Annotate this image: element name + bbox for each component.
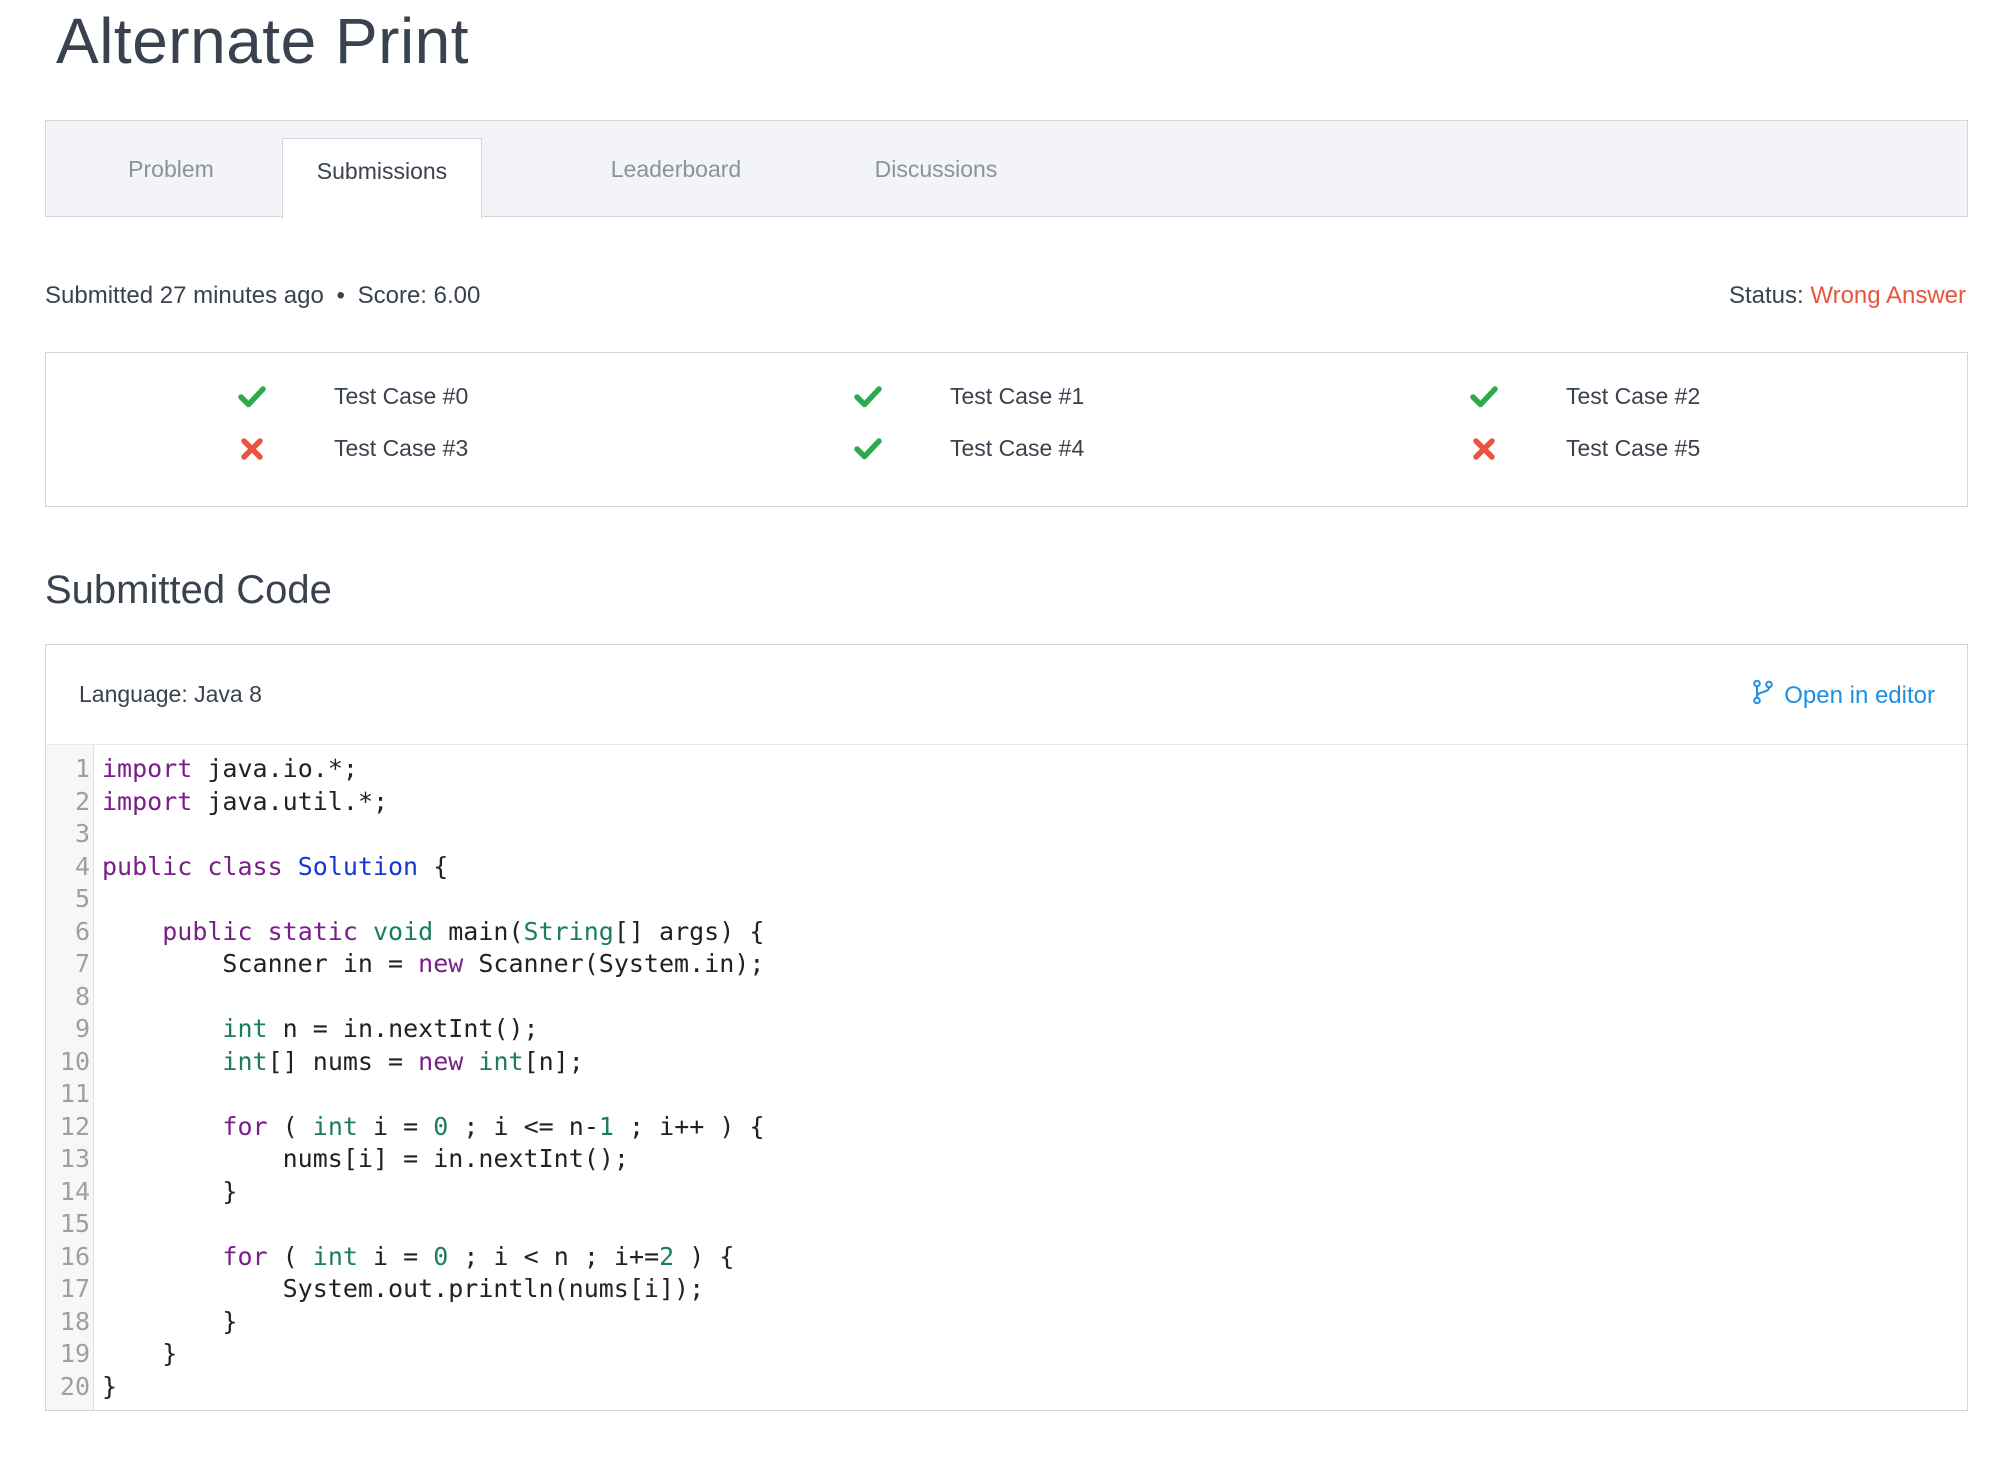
test-case-label: Test Case #5 bbox=[1566, 435, 1701, 461]
page-title: Alternate Print bbox=[56, 5, 470, 77]
line-number: 4 bbox=[74, 851, 90, 881]
test-case-label: Test Case #2 bbox=[1566, 383, 1701, 409]
code-text: } bbox=[222, 1176, 238, 1206]
code-line: 1 import java.io.*; bbox=[46, 753, 1967, 786]
code-text: nums[i] = in.nextInt(); bbox=[282, 1144, 629, 1173]
code-line: 2 import java.util.*; bbox=[46, 786, 1967, 819]
check-icon bbox=[853, 383, 883, 411]
line-number: 7 bbox=[74, 949, 90, 978]
test-case-label: Test Case #4 bbox=[950, 435, 1085, 461]
line-number: 5 bbox=[74, 884, 90, 913]
code-line: 6 public static void main(String[] args)… bbox=[46, 916, 1967, 949]
meta-separator: • bbox=[336, 282, 345, 309]
line-number: 1 bbox=[74, 754, 90, 783]
cross-icon bbox=[1469, 435, 1499, 463]
code-text: int[] nums = new int[n]; bbox=[222, 1046, 584, 1076]
line-number: 14 bbox=[59, 1176, 90, 1206]
open-in-editor-label: Open in editor bbox=[1784, 681, 1935, 709]
code-text: public static void main(String[] args) { bbox=[162, 916, 765, 946]
code-line: 17 System.out.println(nums[i]); bbox=[46, 1273, 1967, 1306]
code-text: } bbox=[222, 1306, 238, 1336]
code-line: 14 } bbox=[46, 1176, 1967, 1209]
line-number: 8 bbox=[74, 981, 90, 1011]
submission-info: Submitted 27 minutes ago • Score: 6.00 bbox=[45, 282, 480, 310]
code-line: 10 int[] nums = new int[n]; bbox=[46, 1046, 1967, 1079]
submission-meta: Submitted 27 minutes ago • Score: 6.00 S… bbox=[45, 282, 1968, 322]
code-text: int n = in.nextInt(); bbox=[222, 1014, 539, 1043]
code-line: 18 } bbox=[46, 1306, 1967, 1339]
test-case-label: Test Case #1 bbox=[950, 383, 1085, 409]
test-case-1[interactable]: Test Case #1 bbox=[853, 377, 1253, 417]
test-case-4[interactable]: Test Case #4 bbox=[853, 429, 1253, 469]
submitted-code-heading: Submitted Code bbox=[45, 568, 332, 612]
test-case-3[interactable]: Test Case #3 bbox=[237, 429, 637, 469]
test-case-0[interactable]: Test Case #0 bbox=[237, 377, 637, 417]
code-line: 9 int n = in.nextInt(); bbox=[46, 1013, 1967, 1046]
code-text: } bbox=[162, 1339, 178, 1368]
open-in-editor-link[interactable]: Open in editor bbox=[1752, 679, 1935, 712]
tab-discussions[interactable]: Discussions bbox=[836, 121, 1036, 218]
line-number: 17 bbox=[59, 1274, 90, 1303]
test-case-5[interactable]: Test Case #5 bbox=[1469, 429, 1869, 469]
score: Score: 6.00 bbox=[357, 282, 481, 309]
line-number: 13 bbox=[59, 1144, 90, 1173]
code-line: 19 } bbox=[46, 1338, 1967, 1371]
code-text: public class Solution { bbox=[102, 851, 449, 881]
status-label: Status: bbox=[1728, 282, 1804, 309]
tab-bar: Problem Submissions Leaderboard Discussi… bbox=[45, 120, 1968, 219]
code-line: 3 bbox=[46, 818, 1967, 851]
line-number: 3 bbox=[74, 819, 90, 848]
code-text: Scanner in = new Scanner(System.in); bbox=[222, 949, 765, 978]
git-branch-icon bbox=[1752, 679, 1774, 712]
code-text: System.out.println(nums[i]); bbox=[282, 1274, 705, 1303]
code-line: 12 for ( int i = 0 ; i <= n-1 ; i++ ) { bbox=[46, 1111, 1967, 1144]
code-text: import java.io.*; bbox=[102, 754, 358, 783]
line-number: 19 bbox=[59, 1339, 90, 1368]
code-panel: Language: Java 8 Open in editor 1 import … bbox=[45, 644, 1968, 1411]
language-label: Language: Java 8 bbox=[79, 681, 262, 707]
check-icon bbox=[237, 383, 267, 411]
code-editor[interactable]: 1 import java.io.*; 2 import java.util.*; 3 4… bbox=[46, 753, 1967, 1403]
submitted-time: Submitted 27 minutes ago bbox=[45, 282, 324, 309]
code-line: 16 for ( int i = 0 ; i < n ; i+=2 ) { bbox=[46, 1241, 1967, 1274]
line-number: 10 bbox=[59, 1046, 90, 1076]
line-number: 9 bbox=[74, 1014, 90, 1043]
line-number: 20 bbox=[59, 1371, 90, 1401]
code-text: for ( int i = 0 ; i <= n-1 ; i++ ) { bbox=[222, 1111, 765, 1141]
line-number: 6 bbox=[74, 916, 90, 946]
test-case-2[interactable]: Test Case #2 bbox=[1469, 377, 1869, 417]
line-number: 16 bbox=[59, 1241, 90, 1271]
line-number: 12 bbox=[59, 1111, 90, 1141]
test-case-label: Test Case #0 bbox=[334, 383, 469, 409]
check-icon bbox=[853, 435, 883, 463]
status-value: Wrong Answer bbox=[1810, 282, 1966, 309]
tab-problem[interactable]: Problem bbox=[76, 121, 266, 218]
line-number: 11 bbox=[59, 1079, 90, 1108]
code-text: import java.util.*; bbox=[102, 786, 389, 816]
line-number: 2 bbox=[74, 786, 90, 816]
tab-submissions[interactable]: Submissions bbox=[282, 138, 482, 219]
check-icon bbox=[1469, 383, 1499, 411]
test-case-label: Test Case #3 bbox=[334, 435, 469, 461]
tab-leaderboard[interactable]: Leaderboard bbox=[576, 121, 776, 218]
code-line: 8 bbox=[46, 981, 1967, 1014]
code-text: for ( int i = 0 ; i < n ; i+=2 ) { bbox=[222, 1241, 735, 1271]
code-line: 11 bbox=[46, 1078, 1967, 1111]
code-line: 13 nums[i] = in.nextInt(); bbox=[46, 1143, 1967, 1176]
code-header: Language: Java 8 Open in editor bbox=[46, 645, 1967, 745]
code-text: } bbox=[102, 1371, 118, 1401]
code-line: 15 bbox=[46, 1208, 1967, 1241]
line-number: 15 bbox=[59, 1209, 90, 1238]
code-line: 4 public class Solution { bbox=[46, 851, 1967, 884]
test-case-grid: Test Case #0 Test Case #1 Test Case #2 T… bbox=[45, 352, 1968, 507]
code-line: 20} bbox=[46, 1371, 1967, 1404]
submission-status: Status: Wrong Answer bbox=[1729, 282, 1966, 310]
line-number: 18 bbox=[59, 1306, 90, 1336]
cross-icon bbox=[237, 435, 267, 463]
code-line: 5 bbox=[46, 883, 1967, 916]
code-line: 7 Scanner in = new Scanner(System.in); bbox=[46, 948, 1967, 981]
